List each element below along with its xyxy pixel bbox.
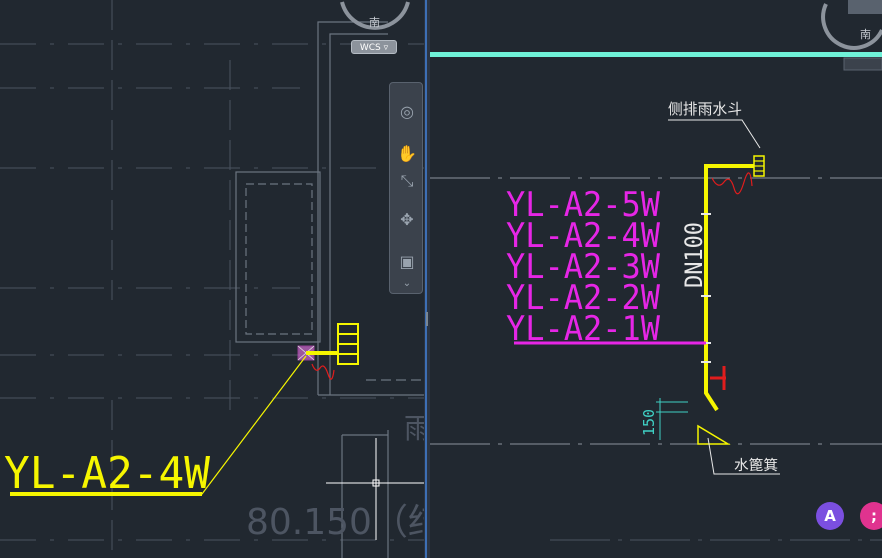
zoom-extents-icon[interactable]: ⤡ bbox=[394, 169, 420, 193]
side-drain-label[interactable]: 侧排雨水斗 bbox=[668, 100, 742, 118]
divider-grip[interactable] bbox=[426, 312, 428, 326]
steering-wheel-icon[interactable]: ◎ bbox=[394, 99, 420, 123]
right-viewcube-face[interactable] bbox=[848, 0, 882, 14]
navigation-bar[interactable]: ◎ ✋ ⤡ ✥ ▣ ⌄ bbox=[389, 82, 423, 294]
pan-hand-icon[interactable]: ✋ bbox=[394, 141, 420, 165]
grate-label[interactable]: 水篦箕 bbox=[734, 457, 778, 474]
assistant-a-button[interactable]: A bbox=[816, 502, 844, 530]
left-pipe-label[interactable]: YL-A2-4W bbox=[4, 448, 210, 499]
divider-highlight bbox=[425, 0, 427, 558]
left-drain-symbol bbox=[297, 323, 359, 380]
assistant-emoji-button[interactable]: ; bbox=[860, 502, 882, 530]
dimension-label[interactable]: 150 bbox=[640, 409, 658, 436]
chevron-down-icon: ▿ bbox=[383, 43, 389, 53]
dimension-150 bbox=[656, 398, 688, 440]
rain-text: 雨 bbox=[404, 412, 424, 445]
wcs-button[interactable]: WCS ▿ bbox=[351, 40, 397, 54]
roof-line bbox=[430, 52, 882, 57]
orbit-icon[interactable]: ✥ bbox=[394, 207, 420, 231]
right-viewport[interactable]: 侧排雨水斗 YL-A2-5W YL-A2-4W YL-A2-3W YL-A2-2… bbox=[430, 0, 882, 558]
left-viewport[interactable]: YL-A2-4W 80.150（结构 雨 南 WCS ▿ ◎ ✋ ⤡ ✥ ▣ ⌄ bbox=[0, 0, 424, 558]
right-drawing-canvas[interactable]: 侧排雨水斗 YL-A2-5W YL-A2-4W YL-A2-3W YL-A2-2… bbox=[430, 0, 882, 558]
right-compass-south-label[interactable]: 南 bbox=[860, 26, 871, 42]
left-drawing-canvas[interactable]: YL-A2-4W 80.150（结构 雨 bbox=[0, 0, 424, 558]
riser-pipe bbox=[701, 164, 754, 412]
assistant-a-label: A bbox=[824, 507, 836, 525]
nav-menu-icon[interactable]: ⌄ bbox=[394, 275, 420, 291]
elevation-text: 80.150（结构 bbox=[246, 502, 424, 543]
pipe-label-1w[interactable]: YL-A2-1W bbox=[506, 309, 660, 349]
side-drain-symbol bbox=[668, 119, 765, 195]
dn-label[interactable]: DN100 bbox=[680, 222, 708, 288]
right-wcs-button[interactable] bbox=[843, 57, 882, 71]
show-motion-icon[interactable]: ▣ bbox=[394, 249, 420, 273]
left-compass-south-label[interactable]: 南 bbox=[369, 14, 380, 30]
assistant-emoji-label: ; bbox=[871, 507, 877, 525]
wcs-label: WCS bbox=[359, 43, 381, 53]
cleanout-mark bbox=[710, 366, 726, 390]
